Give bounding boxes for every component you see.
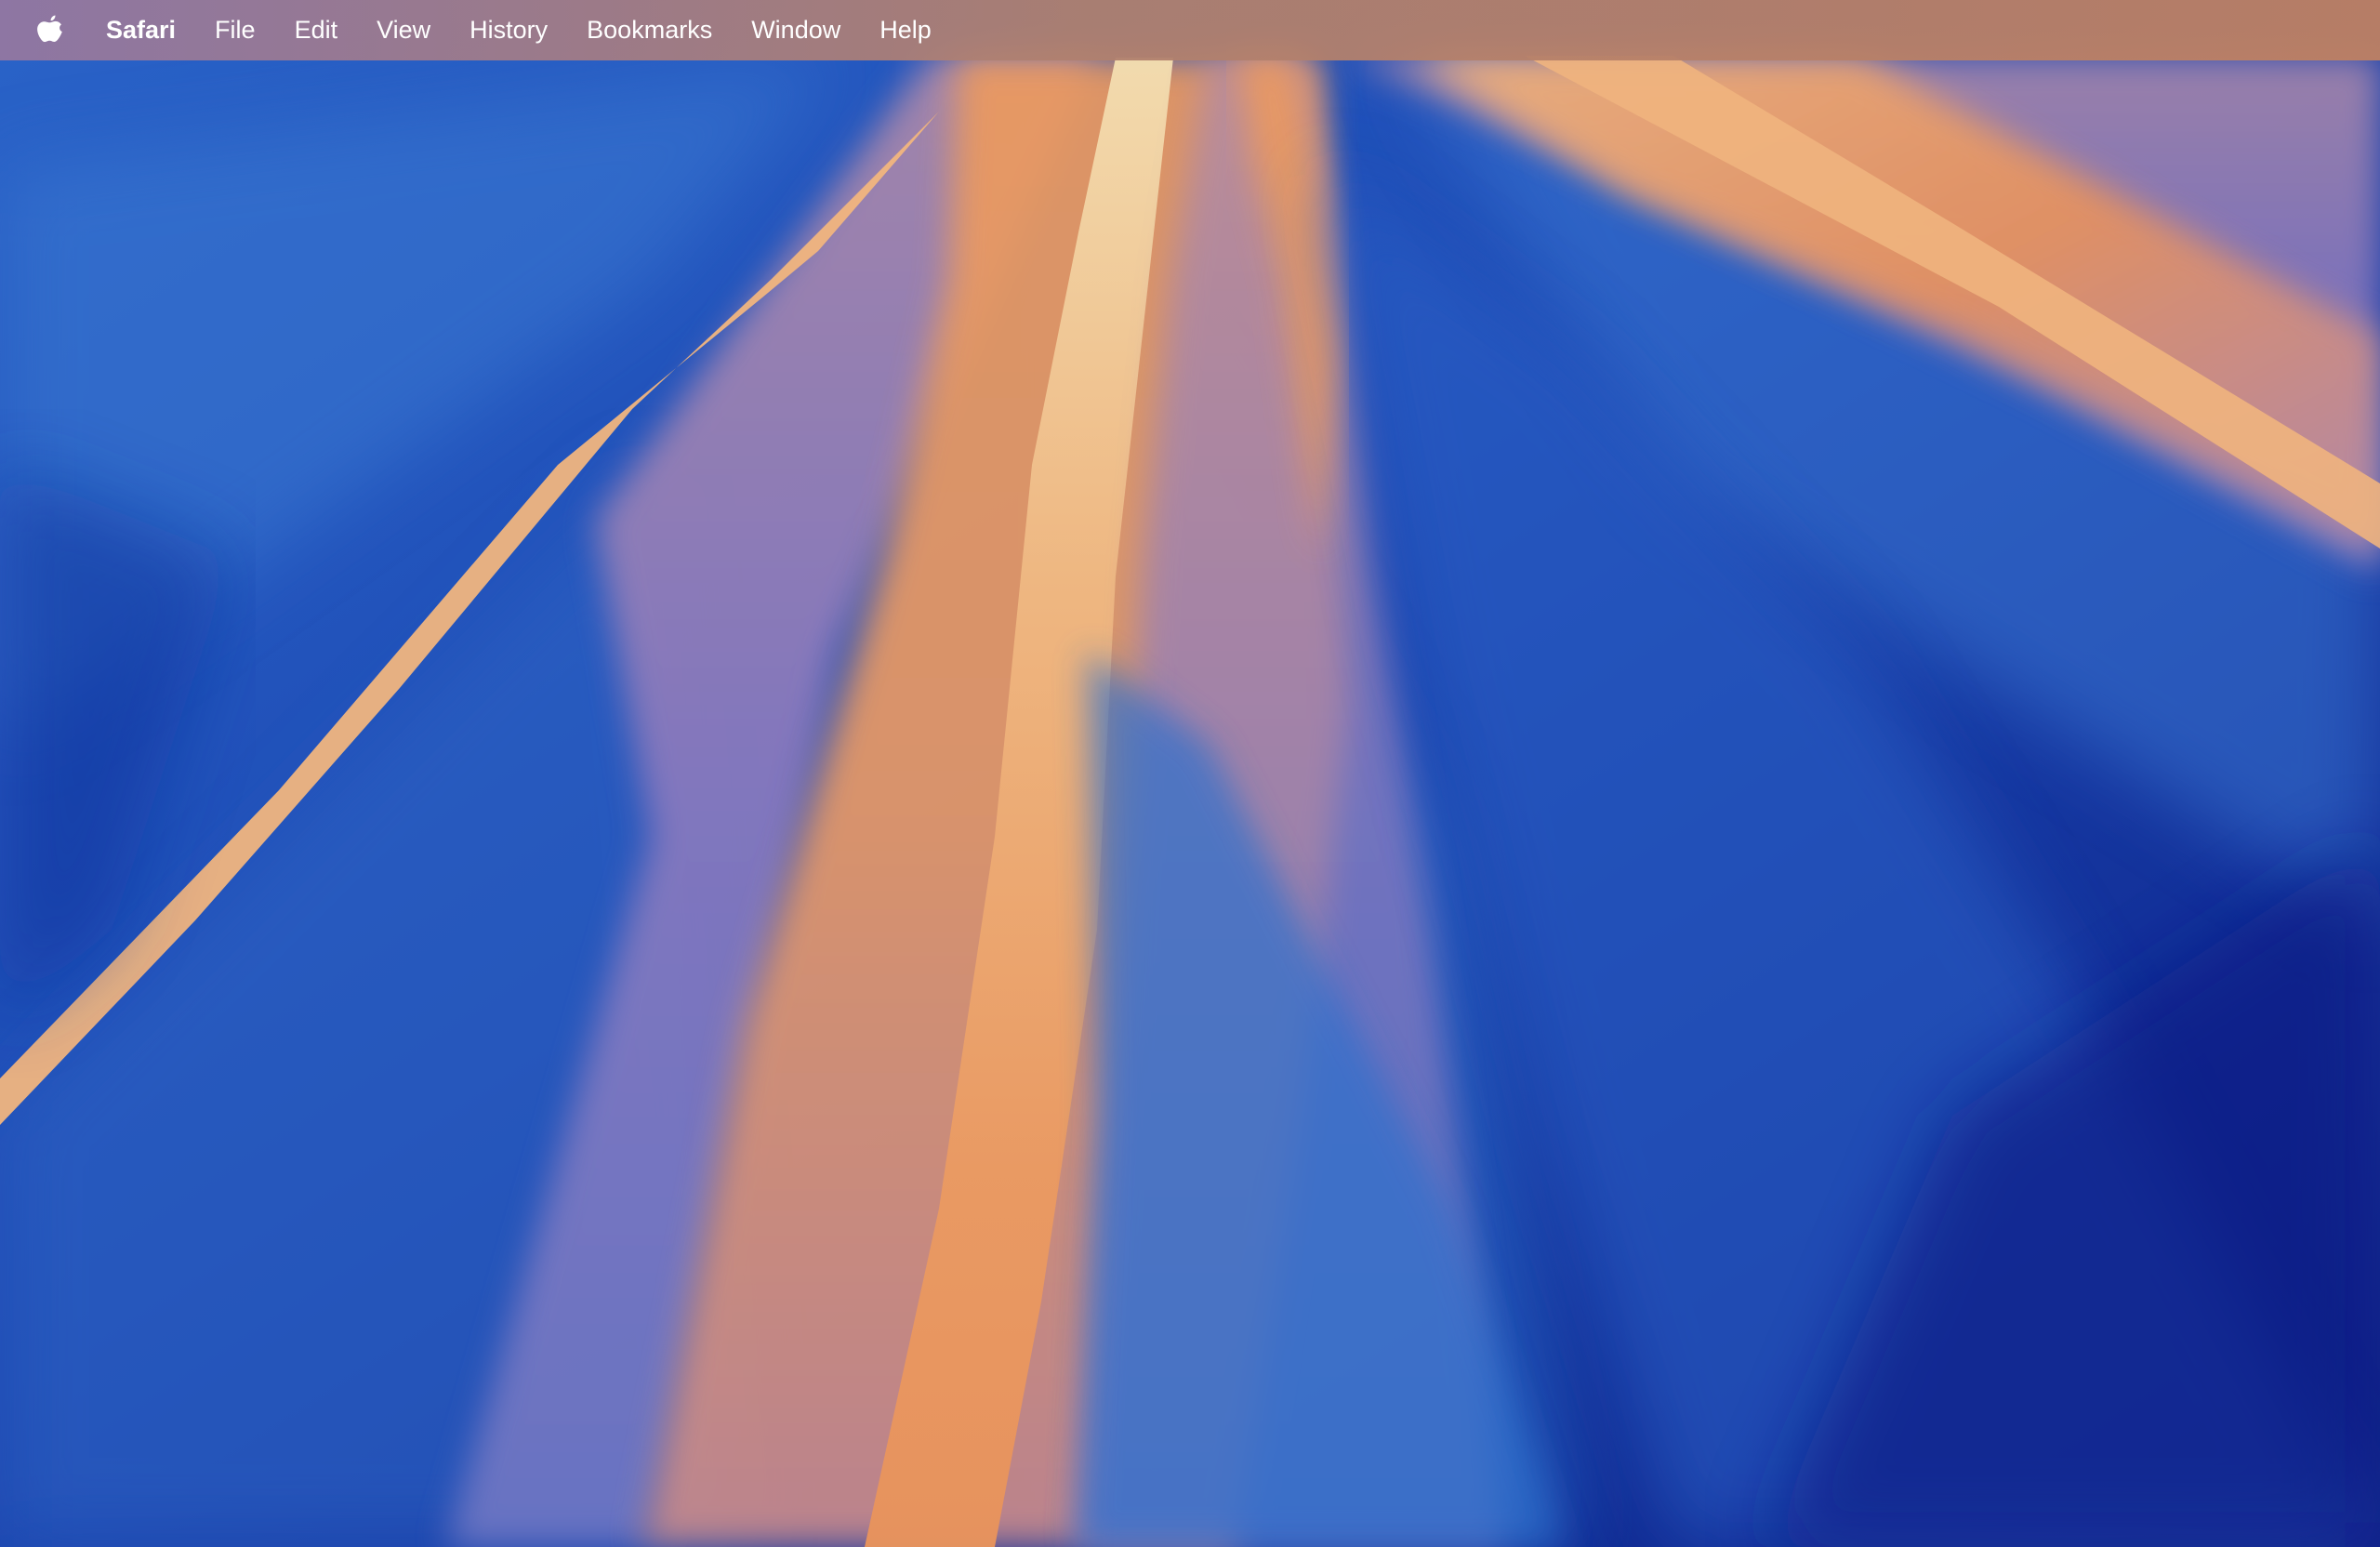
desktop: Safari File Edit View History Bookmarks … — [0, 0, 2380, 1547]
menu-help[interactable]: Help — [860, 0, 951, 60]
menu-view[interactable]: View — [357, 0, 450, 60]
desktop-wallpaper — [0, 0, 2380, 1547]
apple-logo-icon[interactable] — [33, 12, 67, 49]
menu-bar: Safari File Edit View History Bookmarks … — [0, 0, 2380, 60]
menu-edit[interactable]: Edit — [275, 0, 358, 60]
menu-app-safari[interactable]: Safari — [99, 0, 195, 60]
menu-file[interactable]: File — [195, 0, 275, 60]
menu-bookmarks[interactable]: Bookmarks — [567, 0, 732, 60]
menu-history[interactable]: History — [450, 0, 567, 60]
menu-window[interactable]: Window — [732, 0, 860, 60]
